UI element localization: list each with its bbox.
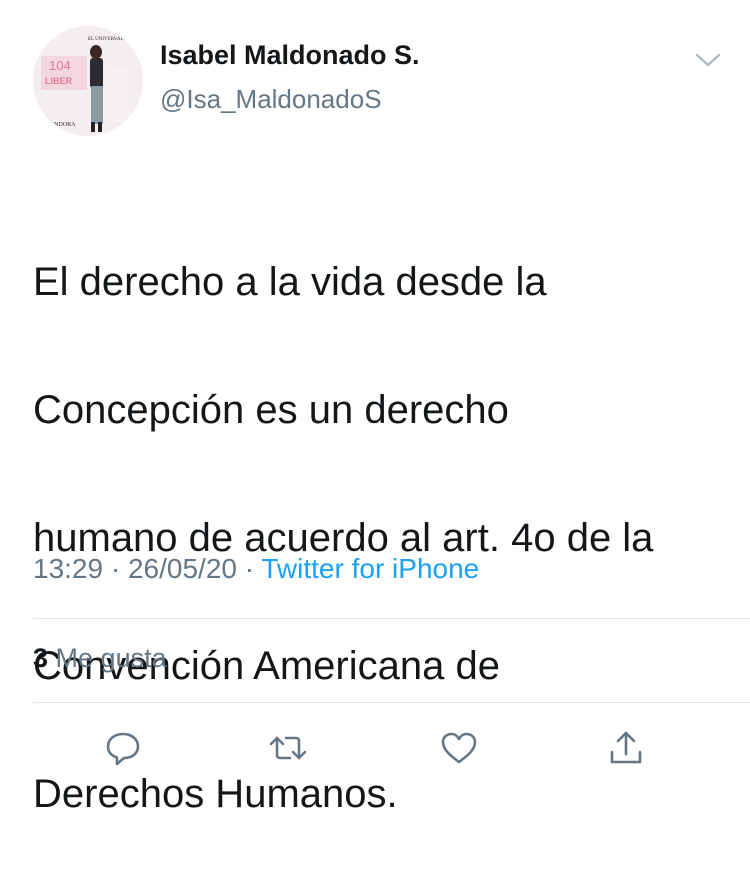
retweet-icon: [269, 736, 307, 760]
heart-icon: [441, 732, 477, 764]
meta-separator: ·: [110, 553, 121, 584]
likes-count: 3: [33, 643, 49, 673]
avatar-brand: PANDORA: [47, 122, 76, 128]
avatar-image: 104 LIBER EL UNIVERSAL PANDORA: [33, 26, 143, 136]
avatar[interactable]: 104 LIBER EL UNIVERSAL PANDORA: [33, 26, 143, 136]
tweet-text-line: Concepción es un derecho: [33, 388, 509, 432]
avatar-number: 104: [49, 58, 71, 73]
avatar-word: LIBER: [45, 76, 73, 86]
tweet-text: El derecho a la vida desde la Concepción…: [33, 186, 723, 890]
likes-stat[interactable]: 3 Me gusta: [33, 643, 167, 674]
retweet-button[interactable]: [268, 728, 308, 768]
reply-icon: [106, 732, 140, 766]
like-button[interactable]: [439, 728, 479, 768]
tweet-source-link[interactable]: Twitter for iPhone: [261, 553, 479, 584]
avatar-paper: EL UNIVERSAL: [88, 37, 124, 42]
share-icon: [610, 731, 642, 764]
tweet-date: 26/05/20: [127, 553, 237, 584]
author-handle[interactable]: @Isa_MaldonadoS: [160, 84, 382, 115]
likes-label: Me gusta: [55, 643, 167, 673]
share-button[interactable]: [606, 728, 646, 768]
tweet-meta: 13:29 · 26/05/20 · Twitter for iPhone: [33, 553, 479, 585]
author-name[interactable]: Isabel Maldonado S.: [160, 40, 420, 71]
reply-button[interactable]: [103, 728, 143, 768]
tweet-detail: 104 LIBER EL UNIVERSAL PANDORA Isabel Ma…: [0, 0, 750, 816]
divider: [33, 618, 750, 619]
chevron-down-icon[interactable]: [692, 48, 724, 72]
tweet-text-line: Derechos Humanos.: [33, 772, 398, 816]
tweet-text-line: El derecho a la vida desde la: [33, 260, 547, 304]
divider: [33, 702, 750, 703]
tweet-time: 13:29: [33, 553, 104, 584]
meta-separator: ·: [244, 553, 255, 584]
